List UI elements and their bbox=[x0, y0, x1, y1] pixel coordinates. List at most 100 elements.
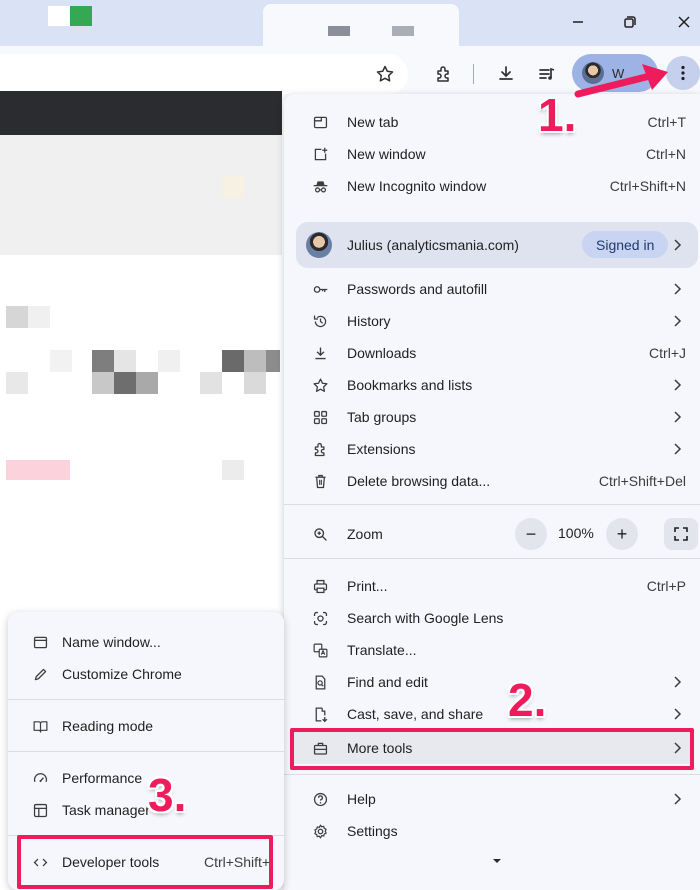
blur-block bbox=[6, 306, 28, 328]
tab-title-blur bbox=[328, 26, 350, 36]
menu-item-label: Delete browsing data... bbox=[347, 473, 491, 489]
submenu-item-customize-chrome[interactable]: Customize Chrome bbox=[8, 658, 284, 690]
menu-item-label: Extensions bbox=[347, 441, 416, 457]
menu-item-shortcut: Ctrl+J bbox=[649, 345, 686, 361]
cast-icon bbox=[310, 704, 330, 724]
tab-groups-icon bbox=[310, 407, 330, 427]
settings-icon bbox=[310, 821, 330, 841]
menu-item-downloads[interactable]: Downloads Ctrl+J bbox=[284, 337, 700, 369]
key-icon bbox=[310, 279, 330, 299]
active-tab[interactable] bbox=[263, 4, 459, 50]
blur-block bbox=[222, 350, 244, 372]
address-bar[interactable] bbox=[0, 54, 408, 94]
chevron-right-icon bbox=[674, 315, 682, 327]
signed-in-profile-row[interactable]: Julius (analyticsmania.com) Signed in bbox=[296, 222, 698, 268]
fullscreen-icon bbox=[674, 527, 688, 541]
submenu-item-name-window[interactable]: Name window... bbox=[8, 626, 284, 658]
chevron-right-icon bbox=[674, 443, 682, 455]
menu-item-bookmarks-and-lists[interactable]: Bookmarks and lists bbox=[284, 369, 700, 401]
annotation-arrow bbox=[574, 64, 668, 98]
menu-item-label: Tab groups bbox=[347, 409, 417, 425]
chrome-main-menu: New tab Ctrl+T New window Ctrl+N New Inc… bbox=[284, 94, 700, 890]
page-header-blur bbox=[0, 91, 282, 135]
menu-item-print[interactable]: Print... Ctrl+P bbox=[284, 570, 700, 602]
zoom-level: 100% bbox=[558, 525, 594, 541]
menu-item-cast-save-and-share[interactable]: Cast, save, and share bbox=[284, 698, 700, 730]
step-2-label: 2. bbox=[508, 674, 547, 726]
menu-item-label: Settings bbox=[347, 823, 398, 839]
submenu-item-label: Performance bbox=[62, 770, 143, 786]
submenu-item-reading-mode[interactable]: Reading mode bbox=[8, 710, 284, 742]
menu-item-label: New Incognito window bbox=[347, 178, 487, 194]
blur-block bbox=[92, 372, 114, 394]
zoom-in-button[interactable]: + bbox=[606, 518, 638, 550]
submenu-item-performance[interactable]: Performance bbox=[8, 762, 284, 794]
puzzle-icon bbox=[310, 439, 330, 459]
menu-item-help[interactable]: Help bbox=[284, 783, 700, 815]
menu-item-label: Translate... bbox=[347, 642, 417, 658]
fullscreen-button[interactable] bbox=[664, 518, 698, 550]
menu-item-tab-groups[interactable]: Tab groups bbox=[284, 401, 700, 433]
translate-icon bbox=[310, 640, 330, 660]
menu-item-shortcut: Ctrl+P bbox=[646, 578, 686, 594]
submenu-item-task-manager[interactable]: Task manager bbox=[8, 794, 284, 826]
submenu-divider bbox=[8, 751, 284, 752]
developer-tools-annotation-box bbox=[17, 835, 273, 889]
bookmark-star-icon[interactable] bbox=[371, 60, 399, 88]
submenu-item-label: Task manager bbox=[62, 802, 150, 818]
zoom-out-button[interactable]: − bbox=[515, 518, 547, 550]
menu-divider bbox=[284, 504, 700, 505]
menu-item-new-tab[interactable]: New tab Ctrl+T bbox=[284, 106, 700, 138]
zoom-icon bbox=[310, 524, 330, 544]
menu-item-label: Search with Google Lens bbox=[347, 610, 504, 626]
blur-block bbox=[244, 372, 266, 394]
menu-item-label: Find and edit bbox=[347, 674, 428, 690]
download-icon bbox=[310, 343, 330, 363]
menu-item-history[interactable]: History bbox=[284, 305, 700, 337]
chevron-right-icon bbox=[674, 239, 682, 251]
avatar bbox=[306, 232, 332, 258]
menu-item-search-with-google-lens[interactable]: Search with Google Lens bbox=[284, 602, 700, 634]
toolbar-divider bbox=[473, 64, 474, 84]
menu-divider bbox=[284, 774, 700, 775]
chevron-right-icon bbox=[674, 283, 682, 295]
new-window-icon bbox=[310, 144, 330, 164]
extensions-icon[interactable] bbox=[430, 60, 458, 88]
chevron-right-icon bbox=[674, 793, 682, 805]
close-window-button[interactable] bbox=[672, 10, 696, 34]
media-control-icon[interactable] bbox=[533, 60, 561, 88]
scroll-down-arrow-icon[interactable] bbox=[492, 858, 502, 864]
submenu-item-label: Reading mode bbox=[62, 718, 154, 734]
menu-item-find-and-edit[interactable]: Find and edit bbox=[284, 666, 700, 698]
menu-item-new-incognito-window[interactable]: New Incognito window Ctrl+Shift+N bbox=[284, 170, 700, 202]
restore-button[interactable] bbox=[618, 10, 642, 34]
menu-item-label: New window bbox=[347, 146, 426, 162]
lens-icon bbox=[310, 608, 330, 628]
blur-block bbox=[200, 372, 222, 394]
blur-block bbox=[244, 350, 266, 372]
menu-item-delete-browsing-data[interactable]: Delete browsing data... Ctrl+Shift+Del bbox=[284, 465, 700, 497]
menu-item-new-window[interactable]: New window Ctrl+N bbox=[284, 138, 700, 170]
more-tools-submenu: Name window... Customize Chrome Reading … bbox=[8, 612, 284, 890]
submenu-item-label: Customize Chrome bbox=[62, 666, 182, 682]
downloads-icon[interactable] bbox=[492, 60, 520, 88]
step-1-label: 1. bbox=[538, 89, 577, 141]
menu-item-translate[interactable]: Translate... bbox=[284, 634, 700, 666]
submenu-divider bbox=[8, 699, 284, 700]
blur-block bbox=[28, 306, 50, 328]
menu-item-settings[interactable]: Settings bbox=[284, 815, 700, 847]
menu-item-label: History bbox=[347, 313, 391, 329]
tab-title-blur bbox=[392, 26, 414, 36]
menu-item-label: Bookmarks and lists bbox=[347, 377, 473, 393]
book-icon bbox=[30, 716, 50, 736]
find-icon bbox=[310, 672, 330, 692]
chevron-right-icon bbox=[674, 411, 682, 423]
blur-block bbox=[222, 176, 244, 198]
menu-item-passwords-and-autofill[interactable]: Passwords and autofill bbox=[284, 273, 700, 305]
blur-block bbox=[158, 350, 180, 372]
menu-item-label: Passwords and autofill bbox=[347, 281, 488, 297]
menu-item-extensions[interactable]: Extensions bbox=[284, 433, 700, 465]
submenu-item-label: Name window... bbox=[62, 634, 161, 650]
new-tab-icon bbox=[310, 112, 330, 132]
minimize-button[interactable] bbox=[566, 10, 590, 34]
